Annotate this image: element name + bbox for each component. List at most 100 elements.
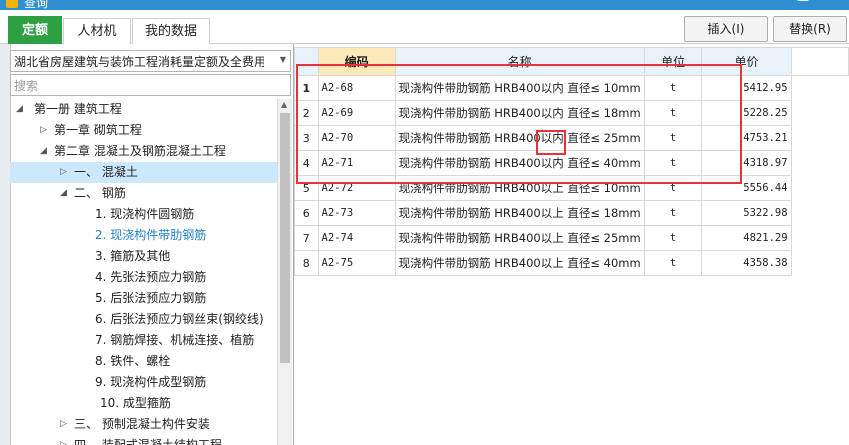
tree-scrollbar[interactable]: ▲ xyxy=(277,99,292,445)
price-cell[interactable]: 4821.29 xyxy=(701,225,792,251)
expand-arrow-icon[interactable]: ▷ xyxy=(60,435,67,445)
tree-item-label: 7. 钢筋焊接、机械连接、植筋 xyxy=(95,333,255,347)
tree-item-label: 一、 混凝土 xyxy=(74,165,138,179)
tree-item-label: 第二章 混凝土及钢筋混凝土工程 xyxy=(54,144,226,158)
column-header-name[interactable]: 名称 xyxy=(394,47,645,76)
tree-item-label: 6. 后张法预应力钢丝束(钢绞线) xyxy=(95,312,264,326)
row-number[interactable]: 1 xyxy=(294,75,319,101)
row-number[interactable]: 2 xyxy=(294,100,319,126)
tree-item[interactable]: 7. 钢筋焊接、机械连接、植筋 xyxy=(10,330,277,351)
tree-item-label: 第一册 建筑工程 xyxy=(34,102,122,116)
empty-cell xyxy=(791,201,848,226)
unit-cell[interactable]: t xyxy=(643,125,703,151)
collapse-arrow-icon[interactable]: ◢ xyxy=(40,141,47,162)
table-row[interactable]: 7 A2-74 现浇构件带肋钢筋 HRB400以上 直径≤ 25mm t 4821.29 xyxy=(294,225,849,251)
code-cell[interactable]: A2-73 xyxy=(317,200,396,226)
name-cell[interactable]: 现浇构件带肋钢筋 HRB400以内 直径≤ 40mm xyxy=(394,150,645,176)
insert-button[interactable]: 插入(I) xyxy=(684,16,768,42)
code-cell[interactable]: A2-71 xyxy=(317,150,396,176)
dropdown-arrow-icon[interactable]: ▼ xyxy=(280,55,286,64)
price-cell[interactable]: 5556.44 xyxy=(701,175,792,201)
scrollbar-thumb[interactable] xyxy=(280,113,290,363)
tree-item[interactable]: 4. 先张法预应力钢筋 xyxy=(10,267,277,288)
tree-item-label: 四、 装配式混凝土结构工程 xyxy=(74,438,222,445)
minimize-icon[interactable]: — xyxy=(797,0,809,7)
row-number[interactable]: 3 xyxy=(294,125,319,151)
code-cell[interactable]: A2-68 xyxy=(317,75,396,101)
price-cell[interactable]: 4358.38 xyxy=(701,250,792,276)
tree-item-label: 5. 后张法预应力钢筋 xyxy=(95,291,207,305)
tree-item[interactable]: 2. 现浇构件带肋钢筋 xyxy=(10,225,277,246)
name-cell[interactable]: 现浇构件带肋钢筋 HRB400以上 直径≤ 25mm xyxy=(394,225,645,251)
tree-item[interactable]: 3. 箍筋及其他 xyxy=(10,246,277,267)
empty-cell xyxy=(791,151,848,176)
row-number[interactable]: 7 xyxy=(294,225,319,251)
column-header-code[interactable]: 编码 xyxy=(317,47,396,76)
replace-button[interactable]: 替换(R) xyxy=(773,16,847,42)
code-cell[interactable]: A2-74 xyxy=(317,225,396,251)
table-row[interactable]: 6 A2-73 现浇构件带肋钢筋 HRB400以上 直径≤ 18mm t 5322.98 xyxy=(294,200,849,226)
tree-item[interactable]: 9. 现浇构件成型钢筋 xyxy=(10,372,277,393)
table-row[interactable]: 4 A2-71 现浇构件带肋钢筋 HRB400以内 直径≤ 40mm t 4318.97 xyxy=(294,150,849,176)
row-number[interactable]: 5 xyxy=(294,175,319,201)
tree-item[interactable]: 8. 铁件、螺栓 xyxy=(10,351,277,372)
column-header-price[interactable]: 单价 xyxy=(701,47,792,76)
name-cell[interactable]: 现浇构件带肋钢筋 HRB400以上 直径≤ 10mm xyxy=(394,175,645,201)
price-cell[interactable]: 5412.95 xyxy=(701,75,792,101)
code-cell[interactable]: A2-72 xyxy=(317,175,396,201)
row-number[interactable]: 8 xyxy=(294,250,319,276)
tree-item[interactable]: ◢ 第一册 建筑工程 xyxy=(10,99,277,120)
name-cell[interactable]: 现浇构件带肋钢筋 HRB400以内 直径≤ 25mm xyxy=(394,125,645,151)
name-cell[interactable]: 现浇构件带肋钢筋 HRB400以内 直径≤ 10mm xyxy=(394,75,645,101)
table-row[interactable]: 8 A2-75 现浇构件带肋钢筋 HRB400以上 直径≤ 40mm t 4358.38 xyxy=(294,250,849,276)
expand-arrow-icon[interactable]: ▷ xyxy=(40,120,47,141)
price-cell[interactable]: 5322.98 xyxy=(701,200,792,226)
unit-cell[interactable]: t xyxy=(643,225,703,251)
table-row[interactable]: 3 A2-70 现浇构件带肋钢筋 HRB400以内 直径≤ 25mm t 4753.21 xyxy=(294,125,849,151)
tab-my-data[interactable]: 我的数据 xyxy=(132,18,210,44)
unit-cell[interactable]: t xyxy=(643,150,703,176)
tree-item[interactable]: ◢ 二、 钢筋 xyxy=(10,183,277,204)
name-cell[interactable]: 现浇构件带肋钢筋 HRB400以上 直径≤ 40mm xyxy=(394,250,645,276)
unit-cell[interactable]: t xyxy=(643,175,703,201)
row-number[interactable]: 6 xyxy=(294,200,319,226)
code-cell[interactable]: A2-75 xyxy=(317,250,396,276)
tree-item[interactable]: 10. 成型箍筋 xyxy=(10,393,277,414)
tree-item[interactable]: ▷ 一、 混凝土 xyxy=(10,162,277,183)
tab-quota[interactable]: 定额 xyxy=(8,16,62,44)
library-select-value: 湖北省房屋建筑与装饰工程消耗量定额及全费用基 xyxy=(14,55,264,69)
table-row[interactable]: 2 A2-69 现浇构件带肋钢筋 HRB400以内 直径≤ 18mm t 5228.25 xyxy=(294,100,849,126)
tree-item[interactable]: ▷ 第一章 砌筑工程 xyxy=(10,120,277,141)
tree-item[interactable]: ▷ 三、 预制混凝土构件安装 xyxy=(10,414,277,435)
unit-cell[interactable]: t xyxy=(643,100,703,126)
tree-item-label: 1. 现浇构件圆钢筋 xyxy=(95,207,195,221)
unit-cell[interactable]: t xyxy=(643,200,703,226)
expand-arrow-icon[interactable]: ▷ xyxy=(60,414,67,435)
collapse-arrow-icon[interactable]: ◢ xyxy=(16,99,23,120)
price-cell[interactable]: 4753.21 xyxy=(701,125,792,151)
scroll-up-icon[interactable]: ▲ xyxy=(281,100,287,109)
table-row[interactable]: 1 A2-68 现浇构件带肋钢筋 HRB400以内 直径≤ 10mm t 5412.95 xyxy=(294,75,849,101)
column-header-unit[interactable]: 单位 xyxy=(643,47,703,76)
tree-item[interactable]: 1. 现浇构件圆钢筋 xyxy=(10,204,277,225)
code-cell[interactable]: A2-70 xyxy=(317,125,396,151)
empty-cell xyxy=(791,101,848,126)
tree-item[interactable]: 6. 后张法预应力钢丝束(钢绞线) xyxy=(10,309,277,330)
tree-item[interactable]: 5. 后张法预应力钢筋 xyxy=(10,288,277,309)
unit-cell[interactable]: t xyxy=(643,75,703,101)
name-cell[interactable]: 现浇构件带肋钢筋 HRB400以内 直径≤ 18mm xyxy=(394,100,645,126)
unit-cell[interactable]: t xyxy=(643,250,703,276)
search-input[interactable]: 搜索 xyxy=(10,74,291,96)
tree-item[interactable]: ▷ 四、 装配式混凝土结构工程 xyxy=(10,435,277,445)
name-cell[interactable]: 现浇构件带肋钢筋 HRB400以上 直径≤ 18mm xyxy=(394,200,645,226)
collapse-arrow-icon[interactable]: ◢ xyxy=(60,183,67,204)
library-select[interactable]: 湖北省房屋建筑与装饰工程消耗量定额及全费用基 ▼ xyxy=(10,50,291,72)
code-cell[interactable]: A2-69 xyxy=(317,100,396,126)
tree-item[interactable]: ◢ 第二章 混凝土及钢筋混凝土工程 xyxy=(10,141,277,162)
tab-labor-material[interactable]: 人材机 xyxy=(63,18,131,44)
row-number[interactable]: 4 xyxy=(294,150,319,176)
price-cell[interactable]: 5228.25 xyxy=(701,100,792,126)
price-cell[interactable]: 4318.97 xyxy=(701,150,792,176)
table-row[interactable]: 5 A2-72 现浇构件带肋钢筋 HRB400以上 直径≤ 10mm t 5556.44 xyxy=(294,175,849,201)
expand-arrow-icon[interactable]: ▷ xyxy=(60,162,67,183)
